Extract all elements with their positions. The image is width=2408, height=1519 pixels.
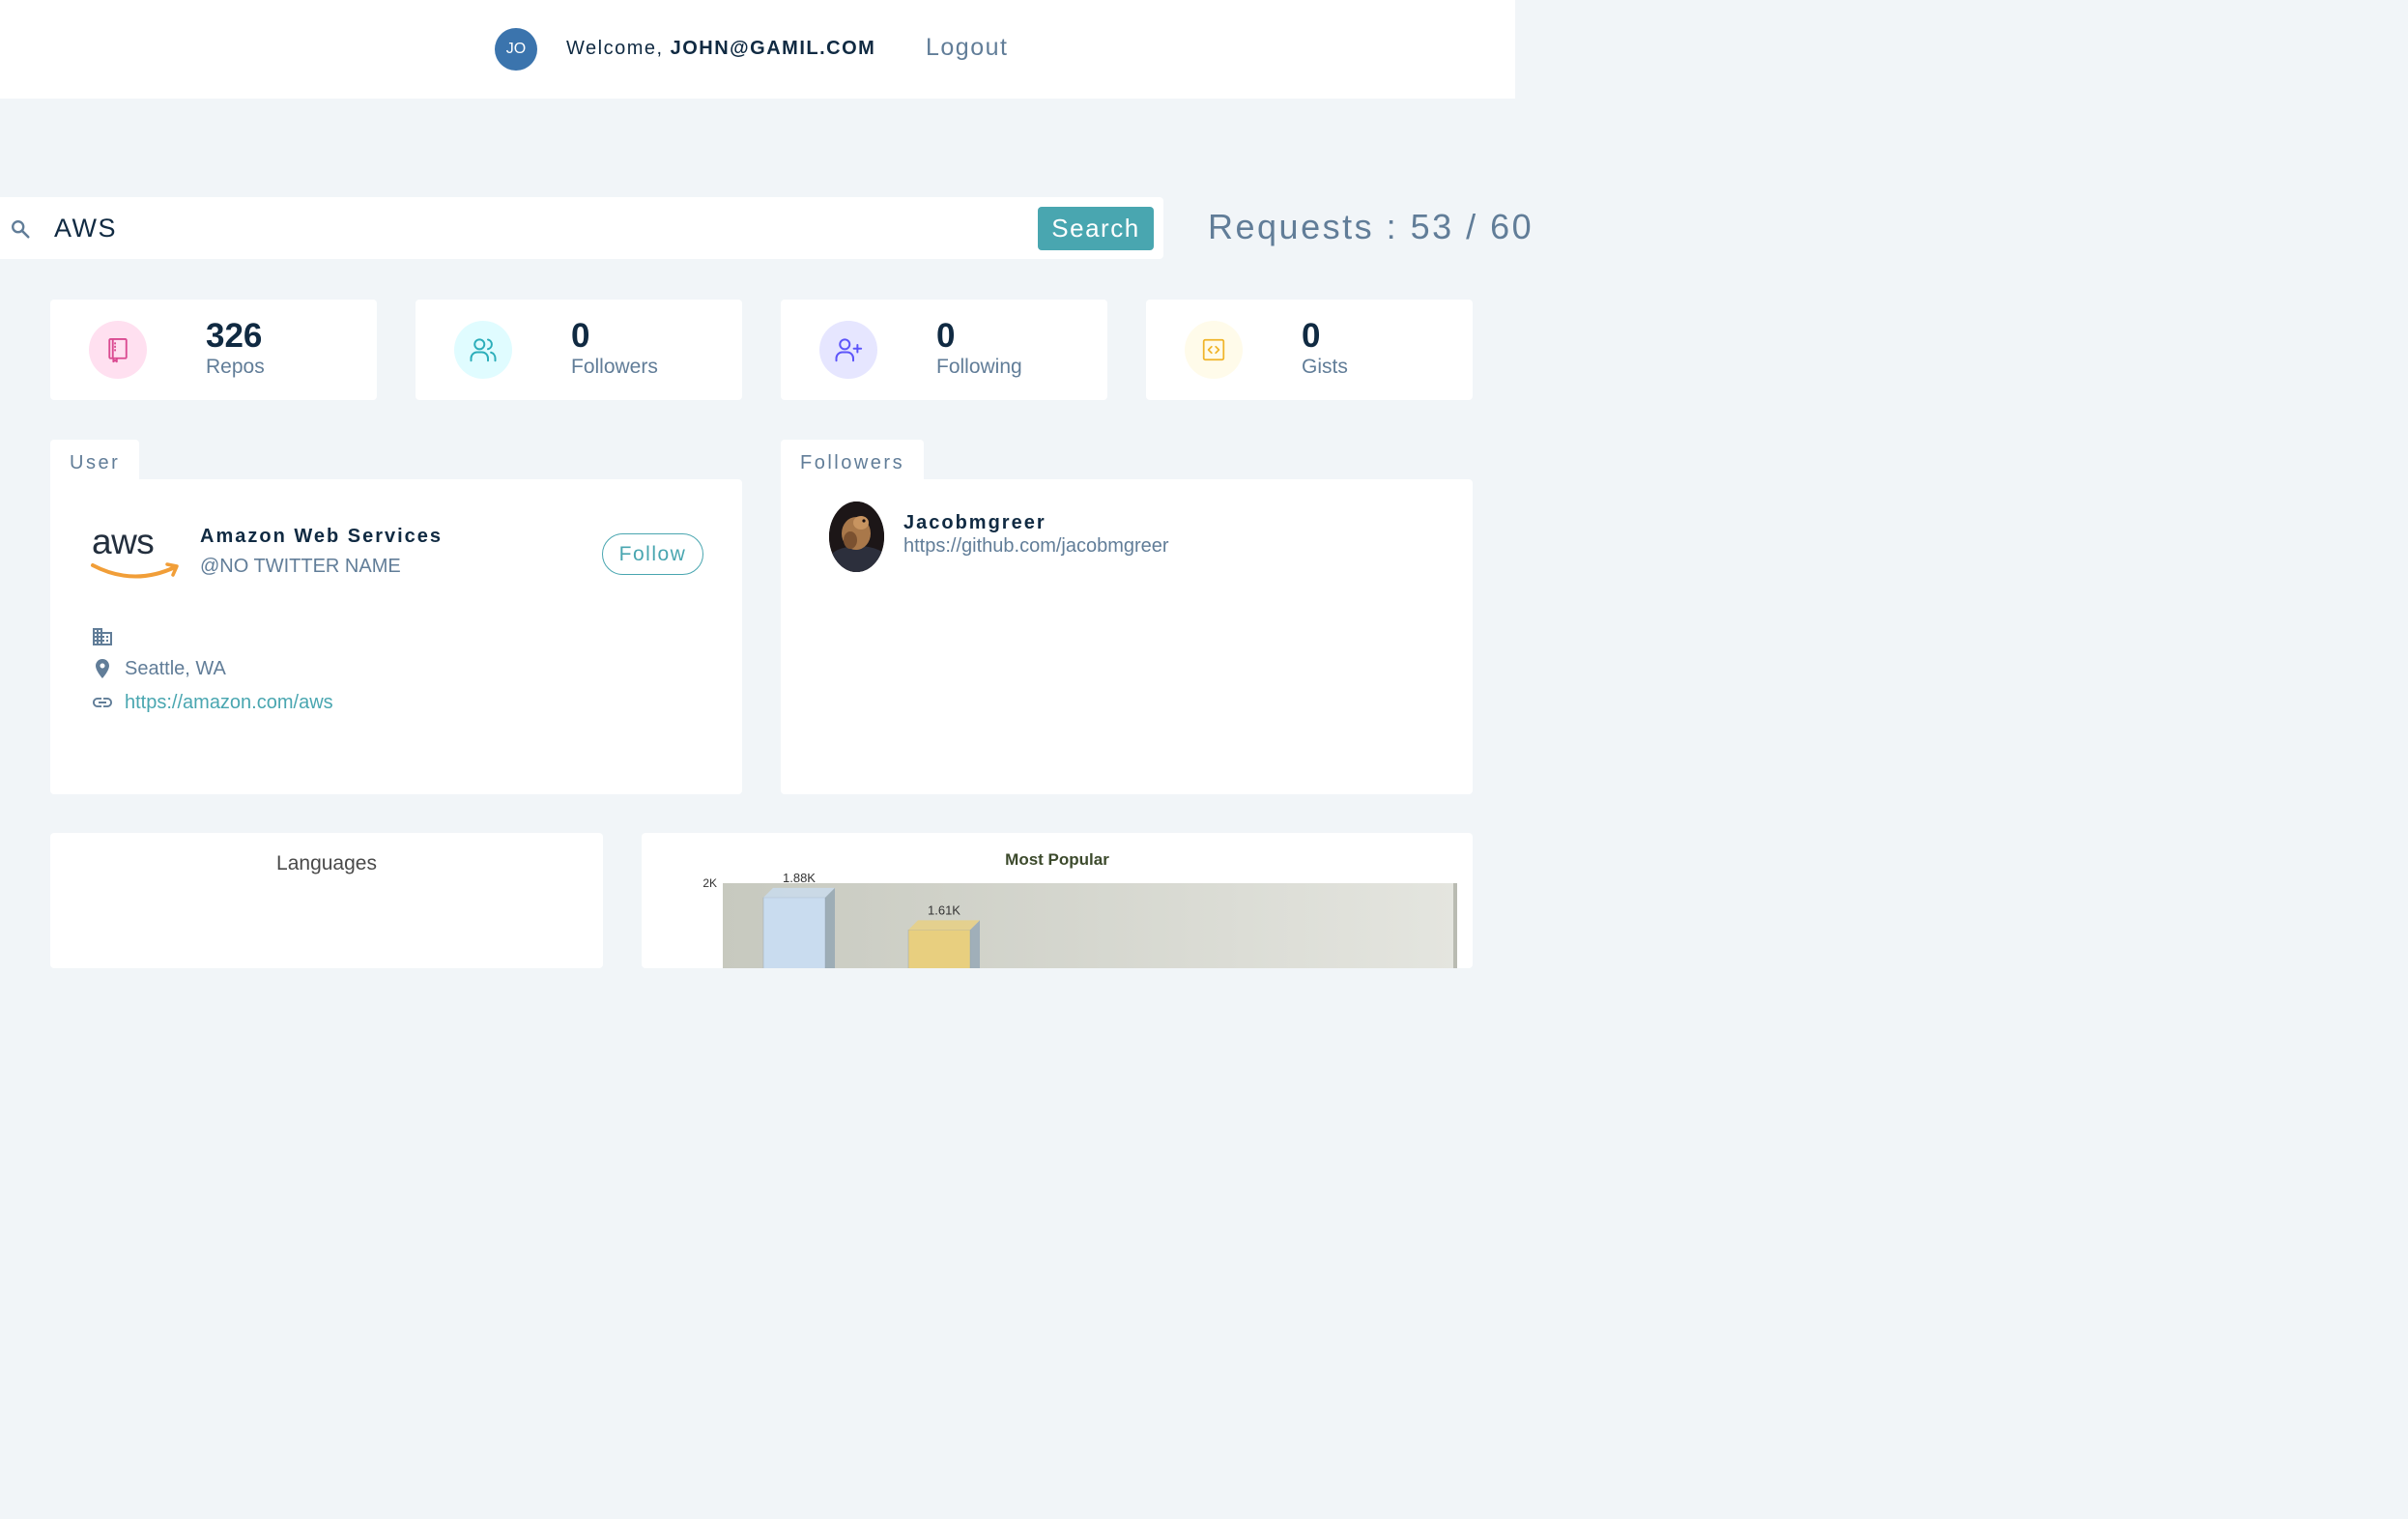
follower-avatar[interactable]: [829, 502, 884, 572]
stat-count-followers: 0: [571, 317, 590, 355]
bar-value-label: 1.61K: [928, 903, 960, 917]
stat-label-gists: Gists: [1302, 356, 1348, 378]
welcome-message: Welcome, JOHN@GAMIL.COM: [566, 38, 875, 60]
stat-card-repos: 326 Repos: [50, 300, 377, 400]
aws-logo: aws: [91, 525, 179, 579]
stat-count-repos: 326: [206, 317, 263, 355]
avatar: JO: [495, 28, 537, 71]
twitter-handle: @NO TWITTER NAME: [200, 556, 401, 577]
location-text: Seattle, WA: [125, 658, 226, 679]
svg-text:aws: aws: [92, 525, 154, 561]
follower-url[interactable]: https://github.com/jacobmgreer: [903, 535, 1169, 558]
search-icon: [12, 220, 30, 239]
logout-button[interactable]: Logout: [926, 34, 1008, 62]
building-icon: [93, 628, 112, 645]
languages-chart-card: Languages: [50, 833, 603, 968]
link-icon: [93, 698, 112, 707]
follow-button[interactable]: Follow: [602, 533, 703, 575]
most-popular-chart: 2K 1.88K 1.61K: [702, 871, 1457, 968]
plot-area-side: [1453, 883, 1457, 968]
welcome-prefix: Welcome,: [566, 38, 664, 59]
bar-side: [825, 887, 835, 968]
stat-card-gists: 0 Gists: [1146, 300, 1473, 400]
users-icon: [454, 321, 512, 379]
stat-label-followers: Followers: [571, 356, 658, 378]
followers-card: [781, 479, 1473, 794]
requests-counter: Requests : 53 / 60: [1208, 207, 1534, 246]
book-icon: [89, 321, 147, 379]
stat-label-repos: Repos: [206, 356, 265, 378]
followers-tab: Followers: [781, 440, 924, 480]
stat-card-followers: 0 Followers: [416, 300, 742, 400]
bar-top: [763, 887, 835, 898]
bar-value-label: 1.88K: [783, 871, 816, 885]
user-plus-icon: [819, 321, 877, 379]
bar-top: [908, 920, 980, 931]
most-popular-chart-card: Most Popular 2K 1.88K 1.61K: [642, 833, 1473, 968]
blog-link[interactable]: https://amazon.com/aws: [125, 692, 333, 714]
user-tab: User: [50, 440, 139, 480]
user-email: JOHN@GAMIL.COM: [670, 38, 876, 59]
bar: [907, 930, 971, 968]
code-icon: [1185, 321, 1243, 379]
search-input[interactable]: [54, 207, 982, 249]
y-tick-label: 2K: [702, 876, 717, 890]
follower-login: Jacobmgreer: [903, 512, 1046, 533]
search-button[interactable]: Search: [1038, 207, 1154, 250]
stat-count-following: 0: [936, 317, 956, 355]
stat-card-following: 0 Following: [781, 300, 1107, 400]
languages-chart-title: Languages: [276, 852, 377, 874]
location-pin-icon: [96, 659, 109, 678]
user-name: Amazon Web Services: [200, 526, 444, 547]
bar: [762, 897, 826, 968]
stat-label-following: Following: [936, 356, 1022, 378]
stat-count-gists: 0: [1302, 317, 1321, 355]
